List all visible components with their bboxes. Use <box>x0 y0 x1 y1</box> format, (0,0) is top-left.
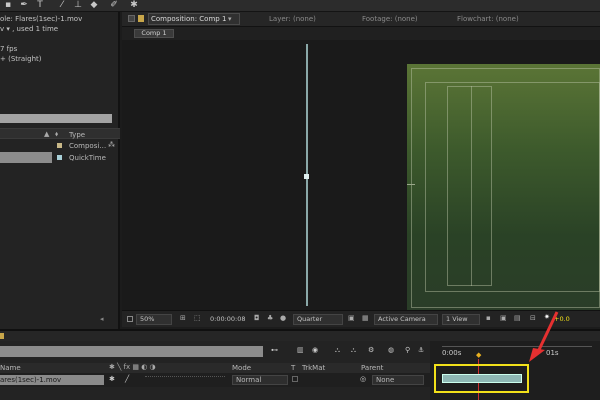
composition-icon: ⁂ <box>108 141 115 149</box>
footage-name-label: ole: Flares(1sec)-1.mov <box>0 15 83 23</box>
layer-duration-bar[interactable] <box>442 374 522 383</box>
channel-icon[interactable]: ● <box>280 314 286 322</box>
trkmat-column-header[interactable]: TrkMat <box>302 364 325 372</box>
footage-alpha-label: + (Straight) <box>0 55 42 63</box>
draft-3d-icon[interactable]: ▥ <box>297 346 304 354</box>
project-search-field[interactable] <box>0 114 112 123</box>
snapshot-icon[interactable]: ◘ <box>254 314 260 322</box>
project-row-composition[interactable]: Composi… ⁂ <box>0 140 120 151</box>
footage-usage-label[interactable]: v ▾ , used 1 time <box>0 25 58 33</box>
sort-icon[interactable]: ▲ <box>44 130 49 138</box>
comp-subtab-bar: Comp 1 <box>122 27 600 40</box>
footage-fps-label: 7 fps <box>0 45 18 53</box>
tab-composition[interactable]: Composition: Comp 1 <box>151 15 226 23</box>
pickwhip-icon[interactable]: ◎ <box>360 375 366 383</box>
puppet-tool-icon[interactable]: ✱ <box>128 0 140 12</box>
panel-menu-icon[interactable] <box>128 15 135 22</box>
search-icon[interactable]: ⚲ <box>405 346 410 354</box>
tab-flowchart[interactable]: Flowchart: (none) <box>457 15 519 23</box>
camera-select[interactable]: Active Camera <box>374 314 438 325</box>
transparency-grid-icon[interactable]: ▦ <box>362 314 369 322</box>
work-area-bar[interactable] <box>442 346 592 347</box>
resolution-select[interactable]: Quarter <box>293 314 343 325</box>
tab-footage[interactable]: Footage: (none) <box>362 15 418 23</box>
parent-select[interactable]: None <box>372 375 424 385</box>
motion-blur-icon[interactable]: ⛬ <box>351 346 356 355</box>
shy-switch-icon[interactable]: ✱ <box>109 375 115 383</box>
item-type: QuickTime <box>69 154 106 162</box>
timeline-search-field[interactable] <box>0 346 263 357</box>
selection-tool-icon[interactable]: ▪ <box>2 0 14 12</box>
mode-select[interactable]: Normal <box>232 375 288 385</box>
label-column-icon[interactable]: ⬧ <box>55 130 58 139</box>
scroll-right-icon[interactable]: ◂ <box>100 315 104 323</box>
name-column-header[interactable]: Name <box>0 364 21 372</box>
quality-switch-icon[interactable]: ╱ <box>125 375 129 383</box>
switches-icons: ✱ ╲ fx ▦ ◐ ◑ <box>109 363 156 371</box>
red-arrow-annotation <box>529 311 559 362</box>
mode-column-header[interactable]: Mode <box>232 364 251 372</box>
layer-outline <box>447 86 492 286</box>
graph-editor-icon[interactable]: ◍ <box>388 346 394 354</box>
roi-icon[interactable]: ▣ <box>348 314 355 322</box>
pen-tool-icon[interactable]: ✒ <box>18 0 30 12</box>
show-snapshot-icon[interactable]: ♣ <box>267 314 273 322</box>
time-start-label: 0:00s <box>442 349 462 357</box>
toggle-pixel-icon[interactable]: ▪ <box>486 314 491 322</box>
hide-shy-icon[interactable]: ◉ <box>312 346 318 354</box>
switch-slots <box>145 376 225 383</box>
project-row-quicktime[interactable]: QuickTime <box>0 152 120 163</box>
timeline-lock-icon[interactable] <box>0 333 4 339</box>
frame-blending-icon[interactable]: ⛬ <box>335 346 340 355</box>
clone-tool-icon[interactable]: ⊥ <box>72 0 84 12</box>
timecode-display[interactable]: 0:00:00:08 <box>210 314 246 325</box>
t-column-header[interactable]: T <box>291 364 295 372</box>
keyframe-icon[interactable]: ⚓ <box>418 346 424 354</box>
grid-icon[interactable]: ⊞ <box>180 314 186 322</box>
anchor-handle[interactable] <box>304 174 309 179</box>
chevron-down-icon[interactable]: ▾ <box>228 15 232 23</box>
tab-layer[interactable]: Layer: (none) <box>269 15 316 23</box>
tools-toolbar: ▪ ✒ T ⁄ ⊥ ◆ ✐ ✱ <box>0 0 600 12</box>
comp-mini-flowchart-icon[interactable]: ⊷ <box>271 346 278 354</box>
timeline-icon[interactable]: ▤ <box>514 314 521 322</box>
comp-1-chip[interactable]: Comp 1 <box>134 29 174 38</box>
timeline-column-header: Name Mode T TrkMat Parent ✱ ╲ fx ▦ ◐ ◑ <box>0 363 430 373</box>
timeline-tab-bar <box>0 329 600 341</box>
timeline-graph[interactable]: 0:00s 01s ◆ <box>430 341 600 400</box>
viewer-tab-bar: Composition: Comp 1 ▾ Layer: (none) Foot… <box>122 12 600 27</box>
composition-frame <box>407 64 600 310</box>
item-type: Composi… <box>69 142 107 150</box>
type-tool-icon[interactable]: T <box>34 0 46 12</box>
current-time-indicator-icon[interactable]: ◆ <box>476 351 481 359</box>
views-select[interactable]: 1 View <box>442 314 480 325</box>
fast-preview-icon[interactable]: ▣ <box>500 314 507 322</box>
zoom-select[interactable]: 50% <box>136 314 172 325</box>
label-color-swatch[interactable] <box>57 155 62 160</box>
preserve-transparency-checkbox[interactable] <box>292 376 298 382</box>
brainstorm-icon[interactable]: ⚙ <box>368 346 374 354</box>
mask-icon[interactable]: ⬚ <box>194 314 201 322</box>
parent-column-header[interactable]: Parent <box>361 364 383 372</box>
roto-tool-icon[interactable]: ✐ <box>108 0 120 12</box>
brush-tool-icon[interactable]: ⁄ <box>56 0 68 12</box>
label-color-swatch[interactable] <box>57 143 62 148</box>
eraser-tool-icon[interactable]: ◆ <box>88 0 100 12</box>
project-panel: ole: Flares(1sec)-1.mov v ▾ , used 1 tim… <box>0 12 120 329</box>
layer-outline-inner <box>471 86 472 286</box>
layer-row[interactable]: ares(1sec)-1.mov ✱ ╱ Normal ◎ None <box>0 373 430 387</box>
always-preview-icon[interactable] <box>127 316 133 322</box>
project-list-header: ▲ ⬧ Type <box>0 128 120 139</box>
layer-name[interactable]: ares(1sec)-1.mov <box>0 375 104 385</box>
composition-viewer[interactable] <box>122 40 600 310</box>
type-column-header[interactable]: Type <box>69 131 85 139</box>
lock-icon[interactable] <box>138 15 144 22</box>
